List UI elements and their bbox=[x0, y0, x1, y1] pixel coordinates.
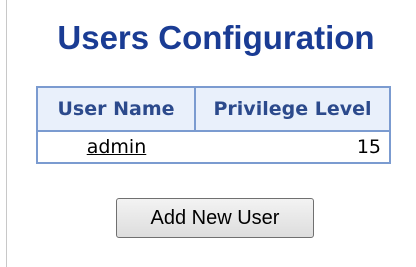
privilege-level-cell: 15 bbox=[356, 136, 381, 158]
column-header-privilege-level: Privilege Level bbox=[195, 87, 390, 132]
add-new-user-button[interactable]: Add New User bbox=[116, 198, 314, 238]
user-name-cell: admin bbox=[37, 131, 195, 163]
users-table: User Name Privilege Level admin 15 bbox=[36, 86, 391, 164]
page-title: Users Configuration bbox=[57, 19, 375, 56]
user-link-admin[interactable]: admin bbox=[87, 136, 147, 158]
column-header-user-name: User Name bbox=[37, 87, 196, 132]
table-header-row: User Name Privilege Level bbox=[37, 87, 390, 132]
table-row: admin 15 bbox=[37, 131, 390, 163]
